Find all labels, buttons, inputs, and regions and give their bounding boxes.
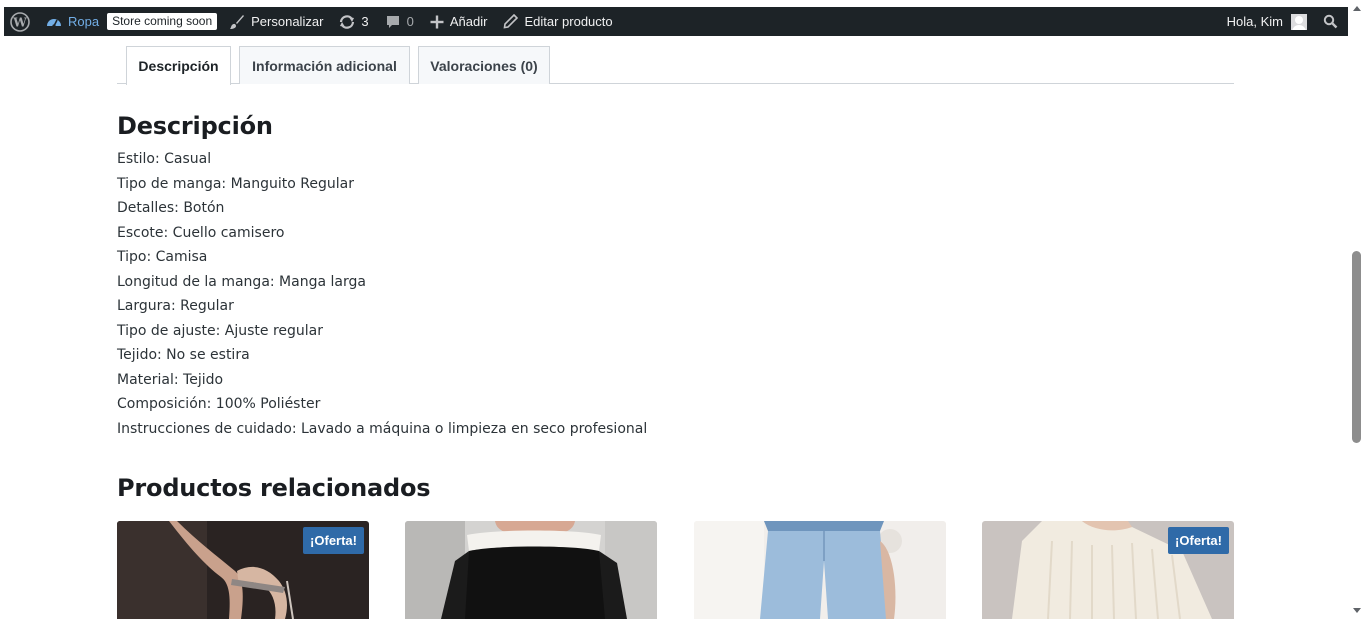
description-line: Escote: Cuello camisero: [117, 224, 285, 241]
add-new-label: Añadir: [449, 14, 488, 29]
sale-badge: ¡Oferta!: [303, 527, 364, 554]
pencil-icon: [503, 14, 519, 29]
related-product-card[interactable]: ¡Oferta!: [117, 521, 369, 619]
avatar: [1291, 13, 1307, 30]
search-toggle[interactable]: [1315, 7, 1342, 36]
description-heading: Descripción: [117, 112, 273, 140]
admin-bar: W Ropa Store coming soon Personalizar 3 …: [4, 7, 1348, 36]
jeans-photo[interactable]: [694, 521, 946, 619]
related-product-card[interactable]: [694, 521, 946, 619]
description-line: Estilo: Casual: [117, 151, 212, 167]
scrollbar-thumb[interactable]: [1352, 251, 1361, 443]
comments-link[interactable]: 0: [377, 7, 422, 36]
page-scrollbar[interactable]: [1348, 0, 1366, 619]
updates-link[interactable]: 3: [331, 7, 376, 36]
comment-icon: [385, 14, 401, 30]
store-coming-soon-badge: Store coming soon: [107, 13, 218, 30]
tab-additional-information[interactable]: Información adicional: [239, 46, 410, 84]
off-shoulder-top-photo[interactable]: [405, 521, 657, 619]
product-tabs: Descripción Información adicional Valora…: [117, 46, 1234, 85]
store-status[interactable]: Store coming soon: [107, 7, 221, 36]
description-line: Material: Tejido: [117, 371, 224, 388]
comments-count: 0: [406, 14, 414, 29]
description-line: Composición: 100% Poliéster: [117, 396, 321, 412]
description-line: Tipo: Camisa: [117, 249, 208, 265]
description-line: Tipo de ajuste: Ajuste regular: [117, 322, 324, 339]
scroll-down-arrow-icon[interactable]: [1353, 608, 1361, 613]
customize-link[interactable]: Personalizar: [221, 7, 331, 36]
tab-description[interactable]: Descripción: [126, 46, 231, 85]
scroll-up-arrow-icon[interactable]: [1353, 6, 1361, 11]
site-name: Ropa: [68, 14, 100, 29]
search-icon: [1323, 14, 1338, 29]
user-account-menu[interactable]: Hola, Kim: [1219, 7, 1315, 36]
related-products-heading: Productos relacionados: [117, 474, 431, 502]
updates-icon: [339, 14, 355, 30]
updates-count: 3: [361, 14, 369, 29]
description-line: Largura: Regular: [117, 298, 234, 314]
description-line: Detalles: Botón: [117, 200, 225, 216]
add-new-link[interactable]: Añadir: [422, 7, 496, 36]
description-list: Estilo: Casual Tipo de manga: Manguito R…: [117, 147, 647, 441]
paintbrush-icon: [229, 14, 245, 30]
sale-badge: ¡Oferta!: [1168, 527, 1229, 554]
wordpress-logo-icon[interactable]: W: [4, 7, 38, 36]
description-line: Instrucciones de cuidado: Lavado a máqui…: [117, 420, 648, 437]
related-product-card[interactable]: ¡Oferta!: [982, 521, 1234, 619]
greeting-text: Hola, Kim: [1226, 14, 1283, 29]
description-line: Tejido: No se estira: [117, 347, 250, 363]
related-product-card[interactable]: [405, 521, 657, 619]
edit-product-label: Editar producto: [524, 14, 613, 29]
description-line: Tipo de manga: Manguito Regular: [117, 175, 354, 192]
description-line: Longitud de la manga: Manga larga: [117, 273, 366, 290]
svg-text:W: W: [12, 15, 27, 29]
dashboard-icon: [46, 15, 62, 29]
plus-icon: [430, 15, 444, 29]
site-name-link[interactable]: Ropa: [38, 7, 107, 36]
tab-reviews[interactable]: Valoraciones (0): [418, 46, 550, 84]
edit-product-link[interactable]: Editar producto: [495, 7, 620, 36]
customize-label: Personalizar: [251, 14, 324, 29]
